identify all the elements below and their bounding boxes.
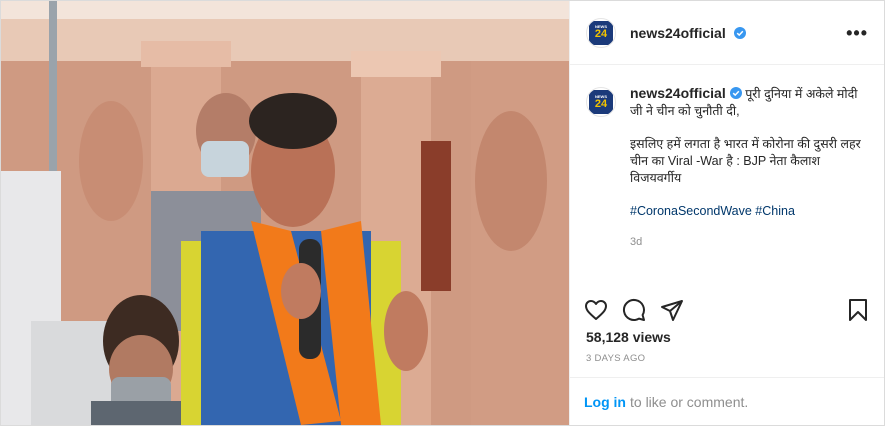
verified-badge-icon xyxy=(733,26,746,39)
more-options-icon[interactable]: ••• xyxy=(846,24,868,42)
account-avatar[interactable]: NEWS 24 xyxy=(586,17,616,48)
caption-username-link[interactable]: news24official xyxy=(630,85,726,101)
comment-icon[interactable] xyxy=(622,298,646,322)
logo-number-text: 24 xyxy=(594,97,608,110)
caption-text: news24official पूरी दुनिया में अकेले मोद… xyxy=(630,85,872,251)
caption-age: 3d xyxy=(630,236,643,248)
news24-logo: NEWS 24 xyxy=(589,90,613,114)
caption-second-sentence: इसलिए हमें लगता है भारत में कोरोना की दु… xyxy=(630,137,861,185)
caption-avatar[interactable]: NEWS 24 xyxy=(586,87,616,117)
caption-row: NEWS 24 news24official पूरी दुनिया में अ… xyxy=(586,85,872,251)
share-icon[interactable] xyxy=(660,298,684,322)
login-prompt: Log in to like or comment. xyxy=(570,377,884,425)
account-username-link[interactable]: news24official xyxy=(630,25,746,41)
instagram-post: NEWS 24 news24official ••• NEWS 24 news2… xyxy=(0,0,885,426)
post-side-panel: NEWS 24 news24official ••• NEWS 24 news2… xyxy=(569,1,884,425)
video-frame-image xyxy=(1,1,569,425)
action-bar xyxy=(584,295,870,325)
news24-logo: NEWS 24 xyxy=(589,20,613,45)
post-media-video[interactable] xyxy=(1,1,569,425)
heart-icon[interactable] xyxy=(584,298,608,322)
bookmark-icon[interactable] xyxy=(846,298,870,322)
views-count[interactable]: 58,128 views xyxy=(586,329,671,345)
post-date: 3 DAYS AGO xyxy=(586,353,646,364)
caption-line-1: news24official पूरी दुनिया में अकेले मोद… xyxy=(630,85,872,120)
verified-badge-icon xyxy=(729,87,742,99)
login-link[interactable]: Log in xyxy=(584,394,626,410)
caption-hashtags[interactable]: #CoronaSecondWave #China xyxy=(630,203,872,220)
account-username-text: news24official xyxy=(630,24,726,41)
post-header: NEWS 24 news24official ••• xyxy=(570,1,884,65)
caption-area: NEWS 24 news24official पूरी दुनिया में अ… xyxy=(586,85,872,270)
logo-number-text: 24 xyxy=(594,28,608,40)
login-prompt-text: to like or comment. xyxy=(630,393,749,410)
